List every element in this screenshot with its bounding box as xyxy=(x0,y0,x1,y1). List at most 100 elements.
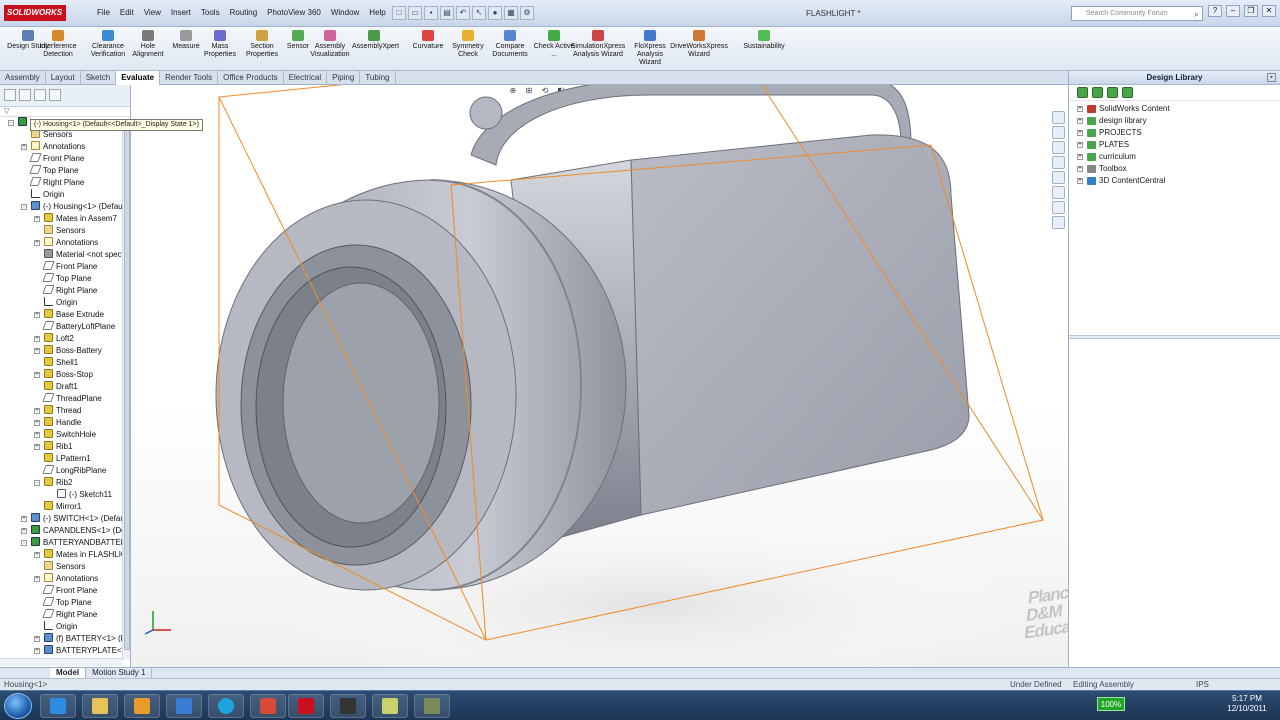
tool-interference-detection[interactable]: Interference Detection xyxy=(36,30,80,59)
tree-node[interactable]: Top Plane xyxy=(0,273,130,285)
tool-floxpress-analysis-wizard[interactable]: FloXpress Analysis Wizard xyxy=(628,30,672,67)
tree-node[interactable]: - Rib2 xyxy=(0,477,130,489)
tree-node[interactable]: Sensors xyxy=(0,561,130,573)
tree-node[interactable]: Front Plane xyxy=(0,261,130,273)
configuration-manager-tab-icon[interactable] xyxy=(34,89,46,101)
tree-node[interactable]: Draft1 xyxy=(0,381,130,393)
back-icon[interactable] xyxy=(1077,87,1088,98)
tree-node[interactable]: Origin xyxy=(0,621,130,633)
tree-expander-icon[interactable]: + xyxy=(34,372,40,378)
options-icon[interactable]: ⚙ xyxy=(520,6,534,20)
menu-edit[interactable]: Edit xyxy=(115,8,139,17)
tab-office-products[interactable]: Office Products xyxy=(218,71,284,85)
tree-node[interactable]: + (f) BATTERY<1> (Defa xyxy=(0,633,130,645)
tab-model[interactable]: Model xyxy=(50,668,87,678)
tree-node[interactable]: + Annotations xyxy=(0,573,130,585)
tree-node[interactable]: + Handle xyxy=(0,417,130,429)
design-library-item[interactable]: + design library xyxy=(1069,115,1280,127)
tree-node[interactable]: + Boss-Stop xyxy=(0,369,130,381)
tree-node[interactable]: Right Plane xyxy=(0,177,130,189)
menu-tools[interactable]: Tools xyxy=(196,8,225,17)
tree-node[interactable]: Front Plane xyxy=(0,153,130,165)
tree-node[interactable]: + Mates in Assem7 xyxy=(0,213,130,225)
graphics-viewport[interactable]: ⊕ ⊞ ⟲ ◧ ▣ ◼ ◐ ● ◍ ▢ xyxy=(131,85,1068,667)
tree-node[interactable]: + SwitchHole xyxy=(0,429,130,441)
tree-node[interactable]: Sensors xyxy=(0,225,130,237)
tree-node[interactable]: + Loft2 xyxy=(0,333,130,345)
tree-expander-icon[interactable]: - xyxy=(21,204,27,210)
create-new-folder-icon[interactable] xyxy=(1122,87,1133,98)
taskbar-skype[interactable] xyxy=(208,694,244,718)
new-icon[interactable]: □ xyxy=(392,6,406,20)
tree-node[interactable]: + Annotations xyxy=(0,237,130,249)
file-explorer-icon[interactable] xyxy=(1052,141,1065,154)
tree-node[interactable]: Top Plane xyxy=(0,597,130,609)
menu-view[interactable]: View xyxy=(139,8,166,17)
tree-node[interactable]: + Thread xyxy=(0,405,130,417)
taskbar-ie[interactable] xyxy=(40,694,76,718)
tab-sketch[interactable]: Sketch xyxy=(81,71,117,85)
taskbar-app-green[interactable] xyxy=(414,694,450,718)
tree-node[interactable]: Right Plane xyxy=(0,609,130,621)
tree-expander-icon[interactable]: + xyxy=(34,216,40,222)
tree-expander-icon[interactable]: + xyxy=(1077,166,1083,172)
tree-expander-icon[interactable]: + xyxy=(34,336,40,342)
print-icon[interactable]: ▤ xyxy=(440,6,454,20)
tree-expander-icon[interactable]: + xyxy=(34,576,40,582)
taskbar-media[interactable] xyxy=(124,694,160,718)
design-library-item[interactable]: + Toolbox xyxy=(1069,163,1280,175)
help-button[interactable]: ? xyxy=(1208,5,1222,17)
menu-file[interactable]: File xyxy=(92,8,115,17)
open-icon[interactable]: ▭ xyxy=(408,6,422,20)
forward-icon[interactable] xyxy=(1092,87,1103,98)
menu-window[interactable]: Window xyxy=(326,8,364,17)
tree-node[interactable]: + Rib1 xyxy=(0,441,130,453)
tree-expander-icon[interactable]: + xyxy=(34,636,40,642)
tree-expander-icon[interactable]: + xyxy=(1077,130,1083,136)
start-button[interactable] xyxy=(4,693,32,719)
tree-scroll-thumb[interactable] xyxy=(124,130,130,650)
restore-button[interactable]: ❒ xyxy=(1244,5,1258,17)
tree-node[interactable]: BatteryLoftPlane xyxy=(0,321,130,333)
tree-expander-icon[interactable]: + xyxy=(1077,142,1083,148)
view-palette-icon[interactable] xyxy=(1052,171,1065,184)
tool-mass-properties[interactable]: Mass Properties xyxy=(198,30,242,59)
tree-node[interactable]: Mirror1 xyxy=(0,501,130,513)
tree-node[interactable]: + Boss-Battery xyxy=(0,345,130,357)
search-results-icon[interactable] xyxy=(1052,156,1065,169)
appearances-icon[interactable] xyxy=(1052,186,1065,199)
tree-node[interactable]: Top Plane xyxy=(0,165,130,177)
taskbar-app-notes[interactable] xyxy=(372,694,408,718)
taskbar-app-blue[interactable] xyxy=(166,694,202,718)
tree-expander-icon[interactable]: + xyxy=(34,552,40,558)
tab-layout[interactable]: Layout xyxy=(46,71,81,85)
solidworks-logo[interactable]: SOLIDWORKS xyxy=(4,5,66,21)
save-icon[interactable]: ▪ xyxy=(424,6,438,20)
tree-expander-icon[interactable]: - xyxy=(21,540,27,546)
tree-expander-icon[interactable]: + xyxy=(34,420,40,426)
tree-expander-icon[interactable]: + xyxy=(21,516,27,522)
tree-node[interactable]: + CAPANDLENS<1> (Defau xyxy=(0,525,130,537)
taskbar-app-dark[interactable] xyxy=(330,694,366,718)
tree-node[interactable]: (-) Sketch11 xyxy=(0,489,130,501)
status-units[interactable]: IPS xyxy=(1196,679,1209,690)
rebuild-icon[interactable]: ● xyxy=(488,6,502,20)
tab-piping[interactable]: Piping xyxy=(327,71,361,85)
search-input[interactable]: Search Community Forum ⌕ xyxy=(1071,6,1203,21)
tree-node[interactable]: Origin xyxy=(0,297,130,309)
tree-expander-icon[interactable]: - xyxy=(8,120,14,126)
tree-node[interactable]: LPattern1 xyxy=(0,453,130,465)
battery-indicator[interactable]: 100% xyxy=(1097,697,1125,711)
pane-splitter[interactable] xyxy=(1069,335,1280,339)
feature-tree-tab-icon[interactable] xyxy=(4,89,16,101)
tree-node[interactable]: + Base Extrude xyxy=(0,309,130,321)
tab-render-tools[interactable]: Render Tools xyxy=(160,71,219,85)
tool-curvature[interactable]: Curvature xyxy=(406,30,450,51)
tree-expander-icon[interactable]: + xyxy=(34,348,40,354)
tool-compare-documents[interactable]: Compare Documents xyxy=(488,30,532,59)
add-file-location-icon[interactable] xyxy=(1107,87,1118,98)
display-manager-tab-icon[interactable] xyxy=(49,89,61,101)
tree-expander-icon[interactable]: + xyxy=(34,648,40,654)
tree-node[interactable]: Front Plane xyxy=(0,585,130,597)
tree-node[interactable]: ThreadPlane xyxy=(0,393,130,405)
